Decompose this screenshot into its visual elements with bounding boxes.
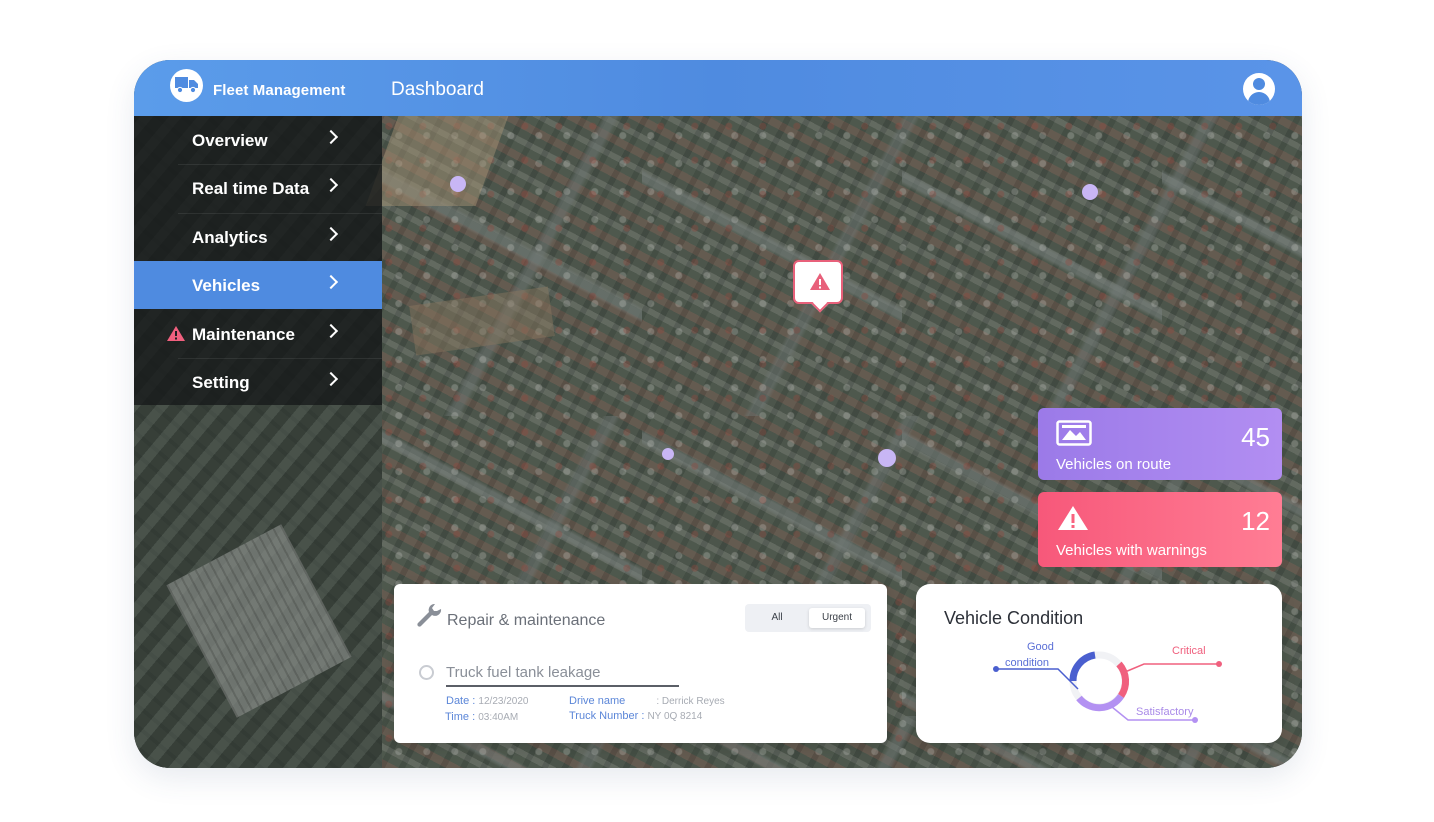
- sidebar-item-label: Real time Data: [192, 179, 310, 198]
- repair-maintenance-card: Repair & maintenance All Urgent Truck fu…: [394, 584, 887, 743]
- critical-segment: [1116, 661, 1130, 698]
- chevron-right-icon: [323, 177, 339, 193]
- legend-good: condition: [1005, 657, 1050, 669]
- task-date: Date : 12/23/2020: [446, 695, 529, 707]
- legend-good: Good: [1027, 641, 1054, 653]
- sidebar-item-setting[interactable]: Setting: [134, 358, 382, 406]
- sidebar-item-label: Overview: [192, 131, 268, 150]
- filter-all[interactable]: All: [751, 608, 803, 628]
- condition-donut-chart: [993, 651, 1222, 723]
- truck-icon[interactable]: [170, 69, 203, 102]
- vehicle-marker[interactable]: [878, 449, 896, 467]
- sidebar-item-label: Vehicles: [192, 276, 261, 295]
- task-time: Time : 03:40AM: [445, 711, 519, 723]
- task-title[interactable]: Truck fuel tank leakage: [446, 664, 601, 681]
- legend-critical: Critical: [1172, 645, 1206, 657]
- sidebar-item-label: Maintenance: [192, 325, 295, 344]
- sidebar-item-label: Setting: [192, 373, 250, 392]
- vehicle-marker[interactable]: [450, 176, 466, 192]
- filter-urgent[interactable]: Urgent: [809, 608, 865, 628]
- user-icon[interactable]: [1243, 73, 1275, 105]
- vehicle-marker[interactable]: [662, 448, 674, 460]
- stat-value: 45: [1241, 422, 1270, 452]
- sidebar-item-maintenance[interactable]: Maintenance: [134, 310, 382, 358]
- vehicle-condition-card: Vehicle Condition Good condition Critica…: [916, 584, 1282, 743]
- app-window: Fleet Management Dashboard Overview Real…: [134, 60, 1302, 768]
- map-field: [365, 116, 509, 206]
- chevron-right-icon: [323, 323, 339, 339]
- map-alert-marker[interactable]: [793, 260, 843, 304]
- task-truck-number: Truck Number : NY 0Q 8214: [569, 710, 703, 722]
- sidebar-item-vehicles[interactable]: Vehicles: [134, 261, 382, 309]
- chevron-right-icon: [323, 129, 339, 145]
- stat-value: 12: [1241, 506, 1270, 536]
- app-name: Fleet Management: [213, 82, 346, 99]
- sidebar-item-overview[interactable]: Overview: [134, 116, 382, 164]
- sidebar-nav: Overview Real time Data Analytics Vehicl…: [134, 116, 382, 405]
- chevron-right-icon: [323, 226, 339, 242]
- stat-card-vehicles-with-warnings[interactable]: 12 Vehicles with warnings: [1038, 492, 1282, 567]
- warning-icon: [1058, 506, 1088, 530]
- card-title: Repair & maintenance: [447, 612, 606, 629]
- page-title: Dashboard: [391, 79, 484, 100]
- chevron-right-icon: [323, 371, 339, 387]
- top-bar: Fleet Management Dashboard: [134, 60, 1302, 116]
- sidebar-item-real-time-data[interactable]: Real time Data: [134, 164, 382, 212]
- task-checkbox[interactable]: [419, 665, 434, 680]
- task-underline: [446, 685, 679, 687]
- filter-toggle: All Urgent: [745, 604, 871, 632]
- warehouse-roof: [166, 524, 352, 718]
- chevron-right-icon: [323, 274, 339, 290]
- sidebar-item-analytics[interactable]: Analytics: [134, 213, 382, 261]
- task-driver: Drive name : Derrick Reyes: [569, 695, 725, 707]
- legend-satisfactory: Satisfactory: [1136, 706, 1194, 718]
- stat-card-vehicles-on-route[interactable]: 45 Vehicles on route: [1038, 408, 1282, 480]
- good-segment: [1069, 651, 1096, 682]
- sidebar-item-label: Analytics: [192, 228, 268, 247]
- vehicle-marker[interactable]: [1082, 184, 1098, 200]
- wrench-icon: [417, 604, 442, 627]
- warning-icon: [810, 273, 830, 290]
- stat-label: Vehicles on route: [1056, 456, 1172, 473]
- image-icon: [1056, 420, 1092, 446]
- warning-icon: [167, 326, 185, 341]
- map-field: [409, 286, 555, 356]
- stat-label: Vehicles with warnings: [1056, 542, 1207, 559]
